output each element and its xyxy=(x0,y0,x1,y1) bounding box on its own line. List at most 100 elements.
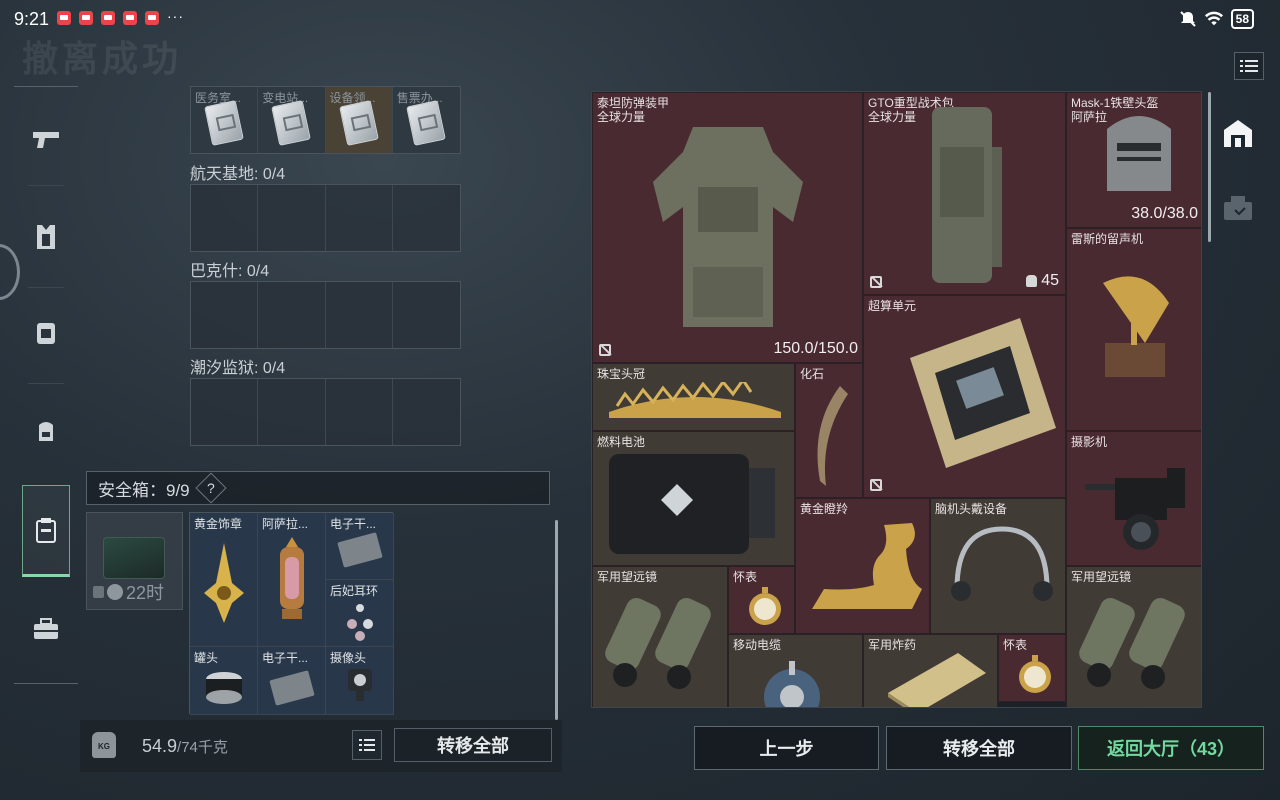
safebox-case-slot[interactable]: 22时 xyxy=(86,512,183,610)
vest-icon xyxy=(37,225,55,249)
camera-icon xyxy=(348,669,372,701)
menu-button[interactable] xyxy=(1234,52,1264,80)
pocket-watch-icon xyxy=(749,587,781,625)
return-lobby-button[interactable]: 返回大厅（43） xyxy=(1078,726,1264,770)
nav-safebox[interactable] xyxy=(22,485,70,577)
loot-item[interactable]: 移动电缆 xyxy=(728,634,863,707)
loot-item[interactable]: 燃料电池 xyxy=(592,431,795,566)
safe-item[interactable]: 罐头 xyxy=(190,647,258,715)
safehouse-icon xyxy=(1224,120,1252,147)
stash-scrollbar[interactable] xyxy=(555,520,558,720)
no-insurance-icon xyxy=(870,479,882,491)
location-slots[interactable] xyxy=(190,184,461,252)
stash-top-row: 医务室... 变电站... 设备领... 售票办... xyxy=(190,86,461,154)
nav-chest-rig[interactable] xyxy=(14,287,78,379)
lock-icon xyxy=(93,586,104,598)
stash-item[interactable]: 售票办... xyxy=(392,87,460,153)
camcorder-icon xyxy=(1085,468,1185,550)
stash-item[interactable]: 设备领... xyxy=(325,87,393,153)
loot-item[interactable]: 摄影机 xyxy=(1066,431,1201,566)
pocket-watch-icon xyxy=(1019,655,1051,693)
weight-text: 54.9/74千克 xyxy=(142,736,228,756)
status-right: 58 xyxy=(1179,9,1254,29)
transfer-all-button[interactable]: 转移全部 xyxy=(886,726,1072,770)
loot-item[interactable]: Mask-1铁壁头盔 阿萨拉 38.0/38.0 xyxy=(1066,92,1201,228)
pistol-icon xyxy=(33,132,59,148)
previous-step-button[interactable]: 上一步 xyxy=(694,726,879,770)
loot-item[interactable]: 超算单元 xyxy=(863,295,1066,498)
nav-divider xyxy=(28,383,64,384)
notification-icon xyxy=(101,11,115,25)
loot-item[interactable]: 泰坦防弹装甲 全球力量 150.0/150.0 xyxy=(592,92,863,363)
loot-item[interactable]: GTO重型战术包 全球力量 45 xyxy=(863,92,1066,295)
transfer-all-left-button[interactable]: 转移全部 xyxy=(394,728,552,762)
loot-tab-button[interactable] xyxy=(1221,192,1255,226)
location-slots[interactable] xyxy=(190,281,461,349)
earring-icon xyxy=(347,604,373,641)
nav-toolbox[interactable] xyxy=(14,583,78,675)
safe-item[interactable]: 后妃耳环 xyxy=(326,580,394,647)
location-slots[interactable] xyxy=(190,378,461,446)
backpack-icon xyxy=(39,422,53,441)
toolbox-icon xyxy=(34,618,58,639)
backpack-capacity-icon xyxy=(1026,275,1038,287)
helmet-icon xyxy=(1107,116,1171,191)
gramophone-icon xyxy=(1103,276,1169,377)
case-timer: 22时 xyxy=(93,579,164,605)
notification-icon xyxy=(145,11,159,25)
circuit-board-icon xyxy=(910,318,1056,468)
golden-gazelle-icon xyxy=(812,523,922,609)
notification-more: ··· xyxy=(167,8,184,24)
wifi-icon xyxy=(1204,11,1223,26)
safebox-header: 安全箱：9/9 ? xyxy=(86,471,550,505)
capacity: 45 xyxy=(1026,272,1059,290)
neural-headset-icon xyxy=(951,526,1053,601)
fossil-claw-icon xyxy=(817,386,848,486)
weight-bar: KG 54.9/74千克 转移全部 xyxy=(80,720,562,772)
loot-scrollbar[interactable] xyxy=(1208,92,1211,242)
safe-item[interactable]: 阿萨拉... xyxy=(258,513,326,647)
loot-item[interactable]: 怀表 xyxy=(728,566,795,634)
keycard-icon xyxy=(405,100,446,146)
explosives-icon xyxy=(888,653,986,707)
gold-emblem-icon xyxy=(204,543,244,623)
help-button[interactable]: ? xyxy=(195,472,227,504)
safe-item[interactable]: 电子干... xyxy=(258,647,326,715)
loot-item[interactable]: 军用望远镜 xyxy=(1066,566,1201,707)
nav-backpack[interactable] xyxy=(14,385,78,477)
container-tab-button[interactable] xyxy=(1221,116,1255,150)
loot-item[interactable]: 珠宝头冠 xyxy=(592,363,795,431)
battery-indicator: 58 xyxy=(1230,9,1254,29)
nav-armor[interactable] xyxy=(14,191,78,283)
loot-item[interactable]: 脑机头戴设备 xyxy=(930,498,1066,634)
notification-icon xyxy=(79,11,93,25)
canned-food-icon xyxy=(206,672,242,704)
armor-vest-icon xyxy=(653,127,803,327)
location-title: 巴克什: 0/4 xyxy=(190,263,270,280)
loot-item[interactable]: 雷斯的留声机 xyxy=(1066,228,1201,431)
loot-item[interactable]: 军用炸药 xyxy=(863,634,998,707)
lantern-icon xyxy=(280,537,304,619)
safe-item[interactable]: 摄像头 xyxy=(326,647,394,715)
electronic-device-icon xyxy=(337,532,383,568)
stash-item[interactable]: 变电站... xyxy=(258,87,326,153)
loot-item[interactable]: 怀表 xyxy=(998,634,1066,702)
nav-weapon[interactable] xyxy=(14,93,78,185)
keycard-icon xyxy=(271,100,312,146)
safe-item[interactable]: 黄金饰章 xyxy=(190,513,258,647)
sort-list-button[interactable] xyxy=(352,730,382,760)
fuel-cell-icon xyxy=(609,454,775,554)
safebox-grid: 黄金饰章 阿萨拉... 电子干... 后妃耳环 罐头 电子干... 摄像头 xyxy=(189,512,394,715)
chest-rig-icon xyxy=(37,323,55,344)
weight-icon: KG xyxy=(92,732,116,758)
page-title: 撤离成功 xyxy=(22,38,183,79)
notification-icons xyxy=(57,11,159,25)
loot-item[interactable]: 化石 xyxy=(795,363,863,498)
stash-item[interactable]: 医务室... xyxy=(191,87,259,153)
status-time: 9:21 xyxy=(14,9,50,29)
safe-item[interactable]: 电子干... xyxy=(326,513,394,580)
location-title: 航天基地: 0/4 xyxy=(190,166,286,183)
loot-item[interactable]: 黄金瞪羚 xyxy=(795,498,930,634)
loot-item[interactable]: 军用望远镜 xyxy=(592,566,728,707)
cable-reel-icon xyxy=(764,661,820,707)
